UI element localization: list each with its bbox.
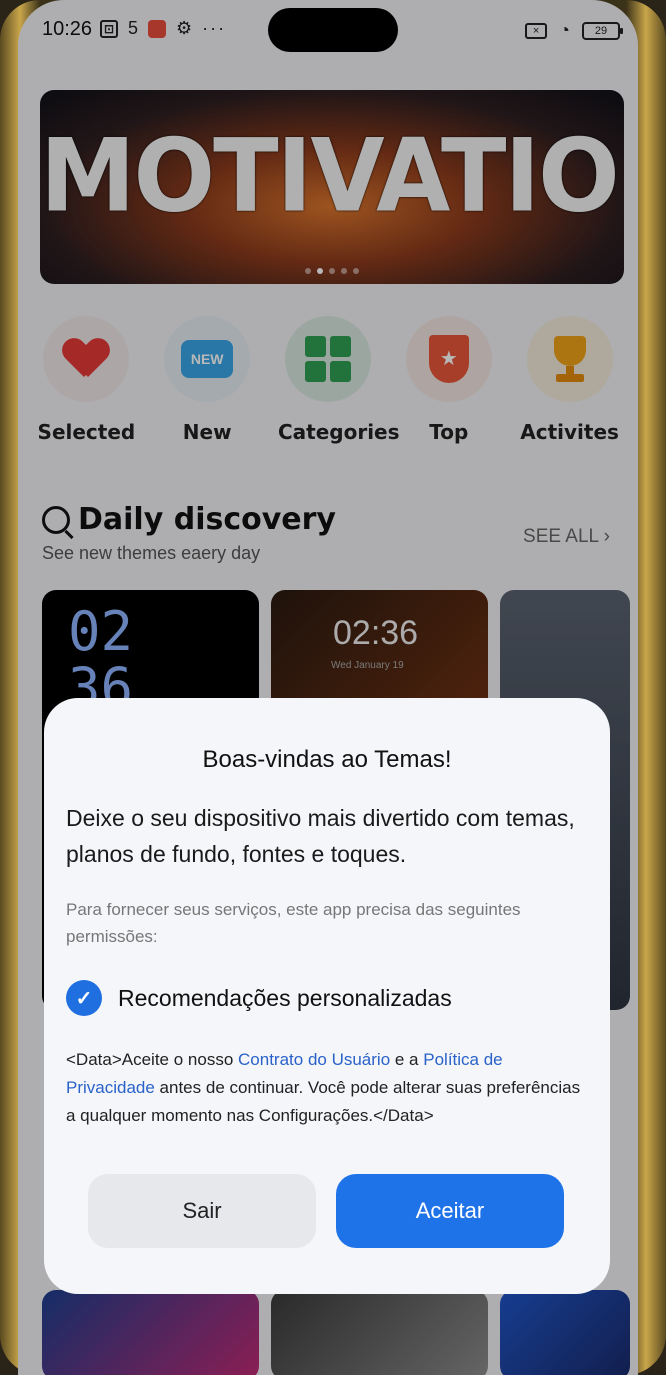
accept-button[interactable]: Aceitar (336, 1174, 564, 1248)
user-agreement-link[interactable]: Contrato do Usuário (238, 1050, 390, 1069)
permission-label: Recomendações personalizadas (118, 984, 452, 1011)
legal-prefix: <Data>Aceite o nosso (66, 1050, 239, 1069)
dialog-button-row: Sair Aceitar (88, 1174, 564, 1248)
legal-text: <Data>Aceite o nosso Contrato do Usuário… (66, 1046, 588, 1130)
checkmark-icon[interactable]: ✓ (66, 980, 102, 1016)
dialog-permissions-note: Para fornecer seus serviços, este app pr… (66, 900, 521, 946)
permission-row[interactable]: ✓ Recomendações personalizadas (66, 980, 588, 1016)
dialog-body: Deixe o seu dispositivo mais divertido c… (66, 805, 575, 867)
legal-mid: e a (390, 1050, 424, 1069)
exit-button[interactable]: Sair (88, 1174, 316, 1248)
dialog-title: Boas-vindas ao Temas! (202, 746, 452, 773)
